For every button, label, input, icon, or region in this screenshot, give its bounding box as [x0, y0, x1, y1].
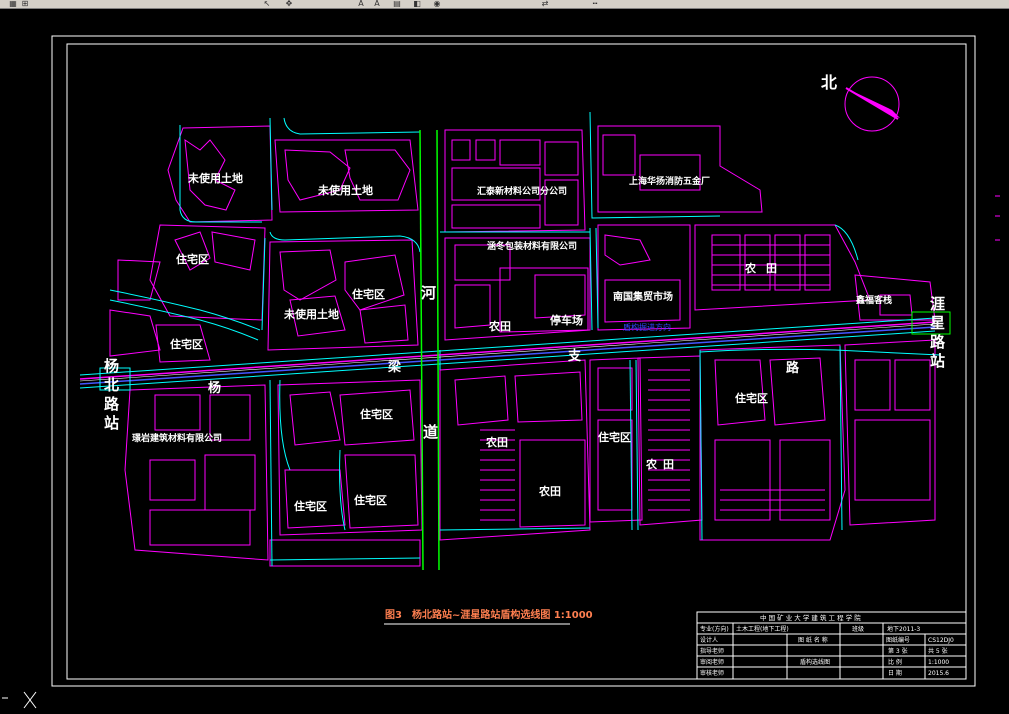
label-station-left-3: 路 — [104, 395, 120, 413]
label-residential-4: 住宅区 — [360, 407, 393, 421]
title-block — [696, 611, 967, 680]
label-farmland-3: 农田 — [538, 484, 561, 498]
label-farmland-4: 农田 — [645, 457, 680, 471]
farmland-hatching — [480, 244, 830, 521]
tb-r4-c2: 日 期 — [888, 669, 902, 677]
label-direction-note: 盾构掘进方向 — [623, 322, 671, 332]
tb-r1-c0: 设计人 — [700, 636, 718, 644]
label-farmland-2: 农田 — [485, 435, 508, 449]
label-river-char-1: 河 — [421, 284, 436, 302]
label-station-right-3: 路 — [930, 333, 946, 351]
multi-text-icon[interactable]: Ā — [372, 0, 382, 8]
insert-icon[interactable]: ⊞ — [20, 0, 30, 8]
tb-r0-c3: 地下2011-3 — [887, 625, 920, 633]
pan-icon[interactable]: ✥ — [284, 0, 294, 8]
tb-r2-c3: 共 5 张 — [928, 647, 948, 655]
north-arrow: 北 — [821, 73, 900, 132]
tb-r1-c3: 图纸编号 — [886, 636, 910, 644]
label-residential-2: 住宅区 — [352, 287, 385, 301]
river-centerline-right — [436, 129, 440, 571]
arrow-tool-icon[interactable]: ↖ — [262, 0, 272, 8]
label-company-building: 璟岩建筑材料有限公司 — [132, 432, 222, 444]
edge-marks — [995, 195, 1000, 241]
tb-r3-c0: 审阅老师 — [700, 658, 724, 666]
label-station-right-4: 站 — [930, 352, 945, 370]
tb-r0-c0: 专业(方向) — [700, 625, 729, 633]
label-farmland-1: 农田 — [488, 319, 511, 333]
label-residential-5: 住宅区 — [598, 430, 631, 444]
drawing-title: 图3 杨北路站~涯星路站盾构选线图 1:1000 — [385, 608, 593, 621]
tb-r1-c2: 图 纸 名 称 — [798, 636, 828, 644]
tb-r3-c3: 1:1000 — [928, 659, 949, 666]
label-market: 南国集贸市场 — [613, 290, 673, 303]
tb-r4-c0: 审核老师 — [700, 669, 724, 677]
tb-r2-c0: 指导老师 — [700, 647, 724, 655]
cad-drawing-canvas: 北 未使用土地 未使用土地 未使用土地 住宅区 住宅区 住宅区 住宅区 住宅区 … — [2, 35, 1000, 709]
title-block-header: 中 国 矿 业 大 学 建 筑 工 程 学 院 — [760, 613, 861, 622]
label-company-packaging: 涵冬包装材料有限公司 — [487, 240, 577, 252]
label-residential-3: 住宅区 — [170, 337, 203, 351]
label-residential-1: 住宅区 — [176, 252, 209, 266]
label-company-fire: 上海华扬消防五金厂 — [629, 175, 710, 187]
tb-r4-c3: 2015.6 — [928, 670, 949, 677]
tb-r2-c2: 第 3 张 — [888, 647, 908, 655]
ucs-icon — [2, 691, 37, 709]
layer-icon[interactable]: ◧ — [412, 0, 422, 8]
label-residential-7: 住宅区 — [294, 499, 327, 513]
hatch-icon[interactable]: ▦ — [8, 0, 18, 8]
tb-r1-c4: CS12DJ0 — [928, 637, 954, 644]
label-unused-land-2: 未使用土地 — [317, 183, 373, 197]
label-unused-land-3: 未使用土地 — [283, 307, 339, 321]
grid-icon[interactable]: ▤ — [392, 0, 402, 8]
label-company-huizhong: 汇泰新材料公司分公司 — [477, 185, 567, 197]
label-station-left-4: 站 — [104, 414, 119, 432]
text-tool-icon[interactable]: A — [356, 0, 366, 8]
north-label: 北 — [821, 73, 837, 92]
label-station-left-1: 杨 — [104, 357, 119, 375]
label-road-char-1: 杨 — [208, 380, 221, 396]
label-station-left-2: 北 — [104, 376, 119, 394]
label-station-right-2: 星 — [930, 314, 945, 332]
tb-r3-c2: 比 例 — [888, 658, 902, 666]
label-parking: 停车场 — [550, 313, 583, 327]
label-grocery: 鑫福客栈 — [855, 294, 892, 306]
label-road-char-4: 路 — [786, 360, 800, 376]
label-river-char-2: 道 — [423, 423, 438, 441]
tunnel-alignment — [79, 289, 941, 389]
label-residential-6: 住宅区 — [735, 391, 768, 405]
tb-r3-c1: 盾构选线图 — [800, 658, 830, 666]
label-unused-land-1: 未使用土地 — [187, 171, 243, 185]
label-farmland-5: 农田 — [744, 261, 787, 275]
label-road-char-3: 支 — [567, 348, 582, 364]
tb-r0-c1: 土木工程(地下工程) — [736, 625, 789, 633]
linetype-icon[interactable]: ┅ — [590, 0, 600, 8]
label-station-right-1: 涯 — [930, 295, 945, 313]
color-icon[interactable]: ◉ — [432, 0, 442, 8]
tb-r0-c2: 班级 — [852, 625, 864, 633]
inner-frame — [66, 43, 967, 680]
label-residential-8: 住宅区 — [354, 493, 387, 507]
match-prop-icon[interactable]: ⇄ — [540, 0, 550, 8]
label-road-char-2: 梁 — [387, 359, 402, 375]
